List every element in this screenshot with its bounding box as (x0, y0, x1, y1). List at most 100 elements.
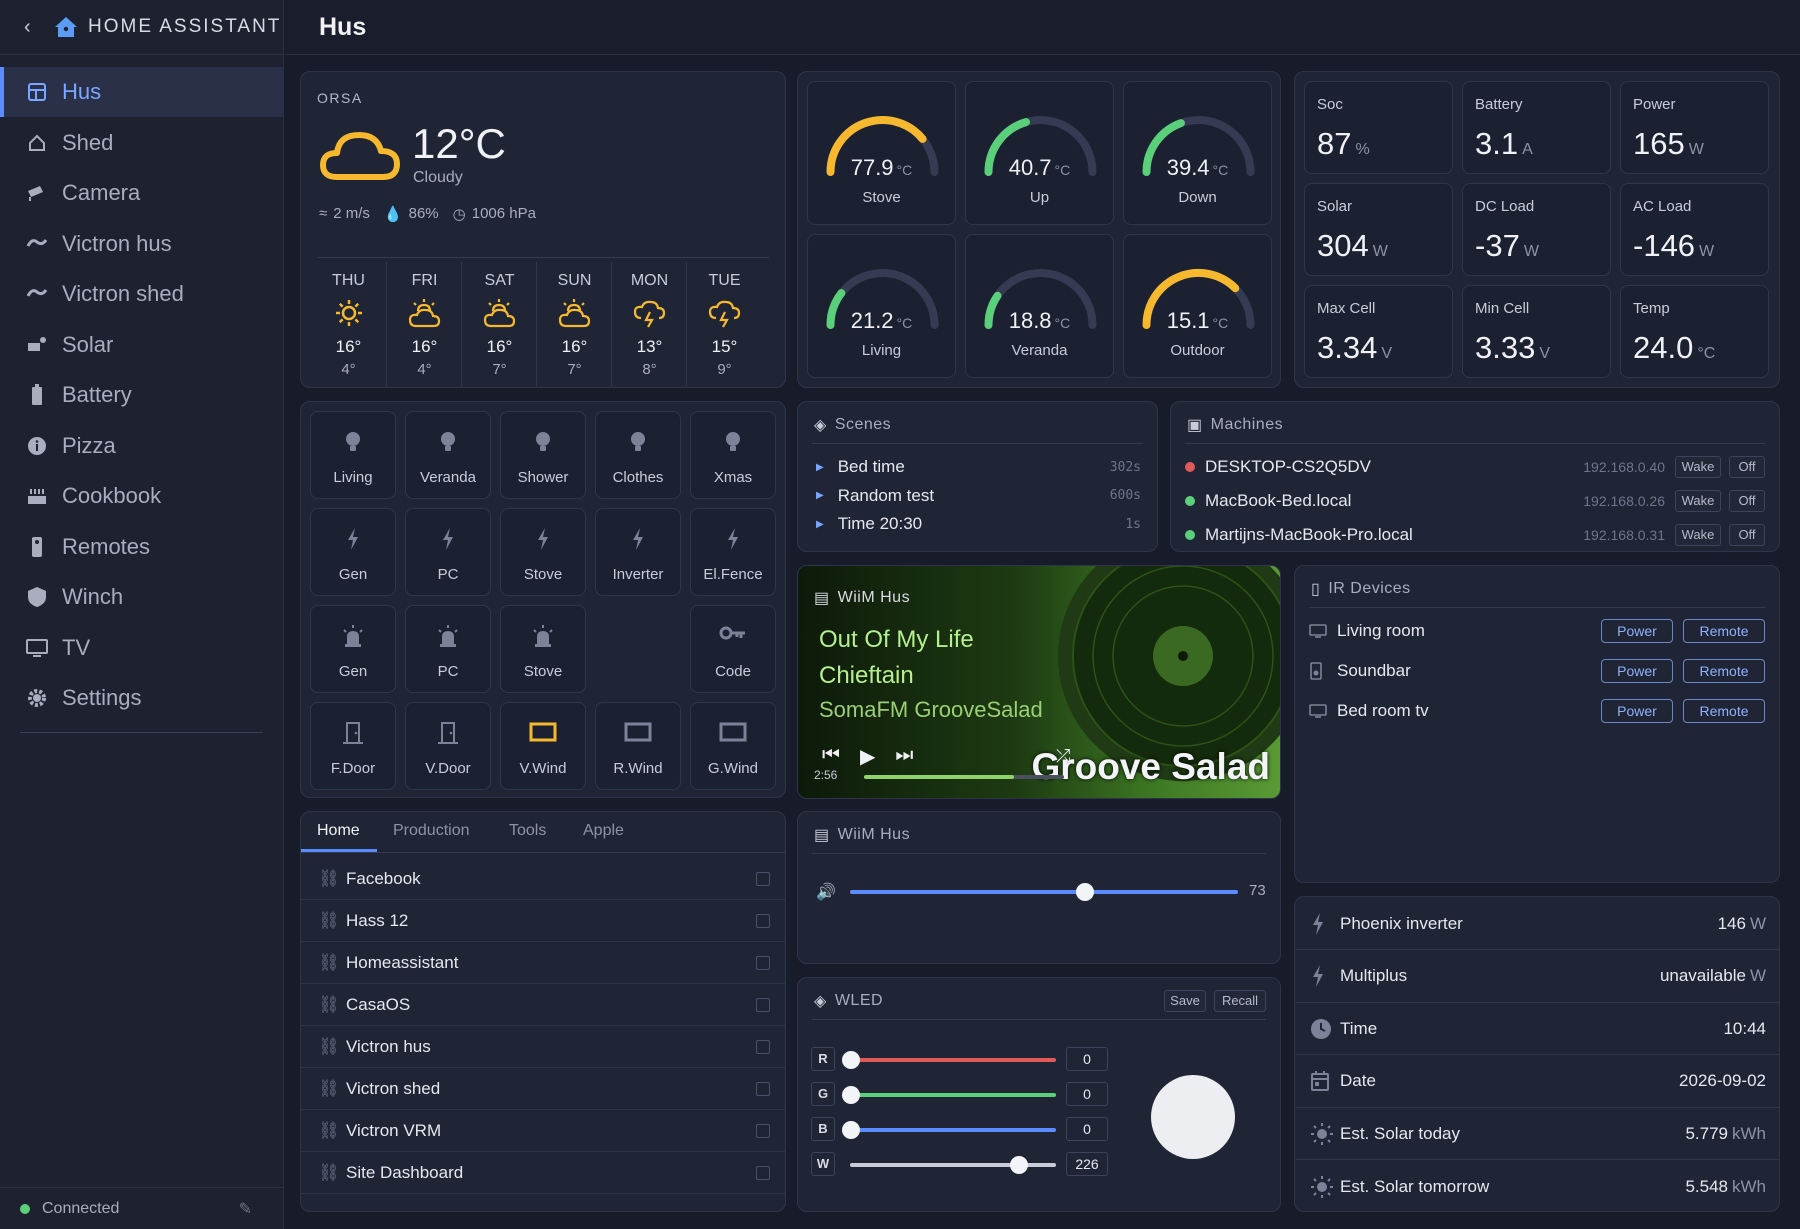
volume-icon[interactable]: 🔊 (816, 882, 836, 902)
gauge-outdoor[interactable]: 15.1 °C Outdoor (1123, 234, 1272, 378)
tile-g-wind[interactable]: G.Wind (690, 702, 776, 790)
tab-tools[interactable]: Tools (509, 822, 546, 840)
tile-gen[interactable]: Gen (310, 508, 396, 596)
gauge-living[interactable]: 21.2 °C Living (807, 234, 956, 378)
machine-wake-button[interactable]: Wake (1675, 456, 1721, 478)
wled-channel-value[interactable]: 0 (1066, 1117, 1108, 1141)
sidebar-item-pizza[interactable]: Pizza (0, 421, 284, 471)
tile-v-door[interactable]: V.Door (405, 702, 491, 790)
machine-off-button[interactable]: Off (1729, 456, 1765, 478)
tile-pc[interactable]: PC (405, 508, 491, 596)
ir-power-button[interactable]: Power (1601, 699, 1673, 723)
wled-channel-knob[interactable] (842, 1121, 860, 1139)
wled-channel-knob[interactable] (842, 1051, 860, 1069)
gauge-veranda[interactable]: 18.8 °C Veranda (965, 234, 1114, 378)
tile-el-fence[interactable]: El.Fence (690, 508, 776, 596)
scene-item[interactable]: ▶ Time 20:30 1s (816, 511, 1141, 537)
ir-power-button[interactable]: Power (1601, 619, 1673, 643)
gauge-down[interactable]: 39.4 °C Down (1123, 81, 1272, 225)
edit-pencil-icon[interactable]: ✎ (239, 1199, 252, 1219)
sidebar-item-tv[interactable]: TV (0, 623, 284, 673)
sidebar-item-camera[interactable]: Camera (0, 168, 284, 218)
entity-row[interactable]: Est. Solar tomorrow 5.548 kWh (1296, 1161, 1780, 1213)
wled-channel-slider[interactable] (850, 1093, 1056, 1097)
entity-row[interactable]: Time 10:44 (1296, 1003, 1780, 1055)
wled-recall-button[interactable]: Recall (1214, 990, 1266, 1012)
stat-temp[interactable]: Temp 24.0 °C (1620, 285, 1769, 378)
wled-channel-slider[interactable] (850, 1058, 1056, 1062)
wled-save-button[interactable]: Save (1164, 990, 1206, 1012)
scene-item[interactable]: ▶ Bed time 302s (816, 454, 1141, 480)
gauge-up[interactable]: 40.7 °C Up (965, 81, 1114, 225)
stat-min-cell[interactable]: Min Cell 3.33 V (1462, 285, 1611, 378)
tile-veranda[interactable]: Veranda (405, 411, 491, 499)
tab-home[interactable]: Home (317, 822, 360, 840)
tile-f-door[interactable]: F.Door (310, 702, 396, 790)
stat-ac-load[interactable]: AC Load -146 W (1620, 183, 1769, 276)
wled-channel-value[interactable]: 0 (1066, 1082, 1108, 1106)
volume-slider-track[interactable] (850, 890, 1238, 894)
next-track-icon[interactable]: ⏭ (895, 744, 913, 769)
tile-r-wind[interactable]: R.Wind (595, 702, 681, 790)
stat-power[interactable]: Power 165 W (1620, 81, 1769, 174)
wled-channel-slider[interactable] (850, 1128, 1056, 1132)
stat-max-cell[interactable]: Max Cell 3.34 V (1304, 285, 1453, 378)
tab-apple[interactable]: Apple (583, 822, 624, 840)
entity-row[interactable]: Multiplus unavailable W (1296, 951, 1780, 1003)
stat-dc-load[interactable]: DC Load -37 W (1462, 183, 1611, 276)
tile-gen[interactable]: Gen (310, 605, 396, 693)
tile-v-wind[interactable]: V.Wind (500, 702, 586, 790)
ir-remote-button[interactable]: Remote (1683, 659, 1765, 683)
previous-track-icon[interactable]: ⏮ (822, 744, 840, 769)
link-item[interactable]: ⛓ Victron shed (300, 1069, 786, 1110)
machine-wake-button[interactable]: Wake (1675, 524, 1721, 546)
machine-off-button[interactable]: Off (1729, 490, 1765, 512)
tile-code[interactable]: Code (690, 605, 776, 693)
tile-inverter[interactable]: Inverter (595, 508, 681, 596)
link-item[interactable]: ⛓ CasaOS (300, 985, 786, 1026)
color-picker-wheel[interactable] (1151, 1075, 1235, 1159)
play-icon[interactable]: ▶ (860, 744, 875, 769)
sidebar-item-victron-hus[interactable]: Victron hus (0, 219, 284, 269)
volume-slider-knob[interactable] (1076, 883, 1095, 901)
sidebar-item-winch[interactable]: Winch (0, 572, 284, 622)
tab-production[interactable]: Production (393, 822, 470, 840)
sidebar-item-victron-shed[interactable]: Victron shed (0, 269, 284, 319)
media-player-card[interactable]: Groove Salad ▤ WiiM Hus Out Of My Life C… (797, 565, 1281, 799)
sidebar-item-shed[interactable]: Shed (0, 118, 284, 168)
shuffle-icon[interactable]: ⤮ (1056, 746, 1070, 767)
wled-channel-knob[interactable] (842, 1086, 860, 1104)
ir-remote-button[interactable]: Remote (1683, 619, 1765, 643)
link-item[interactable]: ⛓ Victron hus (300, 1027, 786, 1068)
sidebar-item-hus[interactable]: Hus (0, 67, 284, 117)
tile-stove[interactable]: Stove (500, 508, 586, 596)
tile-shower[interactable]: Shower (500, 411, 586, 499)
tile-clothes[interactable]: Clothes (595, 411, 681, 499)
tile-stove[interactable]: Stove (500, 605, 586, 693)
sidebar-item-remotes[interactable]: Remotes (0, 522, 284, 572)
entity-row[interactable]: Phoenix inverter 146 W (1296, 898, 1780, 950)
tile-xmas[interactable]: Xmas (690, 411, 776, 499)
tile-living[interactable]: Living (310, 411, 396, 499)
ir-remote-button[interactable]: Remote (1683, 699, 1765, 723)
link-item[interactable]: ⛓ Facebook (300, 859, 786, 900)
weather-card[interactable]: ORSA 12°C Cloudy ≈2 m/s 💧 86% ◷ 1006 hPa T… (300, 71, 786, 388)
link-item[interactable]: ⛓ Homeassistant (300, 943, 786, 984)
link-item[interactable]: ⛓ Site Dashboard (300, 1153, 786, 1194)
sidebar-item-cookbook[interactable]: Cookbook (0, 471, 284, 521)
back-arrow-icon[interactable]: ‹ (24, 16, 54, 39)
sidebar-item-solar[interactable]: Solar (0, 320, 284, 370)
entity-row[interactable]: Date 2026-09-02 (1296, 1056, 1780, 1108)
sidebar-item-settings[interactable]: Settings (0, 673, 284, 723)
wled-channel-knob[interactable] (1010, 1156, 1029, 1174)
link-item[interactable]: ⛓ Hass 12 (300, 901, 786, 942)
ir-power-button[interactable]: Power (1601, 659, 1673, 683)
wled-channel-value[interactable]: 226 (1066, 1152, 1108, 1176)
tile-pc[interactable]: PC (405, 605, 491, 693)
machine-off-button[interactable]: Off (1729, 524, 1765, 546)
entity-row[interactable]: Est. Solar today 5.779 kWh (1296, 1108, 1780, 1160)
stat-solar[interactable]: Solar 304 W (1304, 183, 1453, 276)
scene-item[interactable]: ▶ Random test 600s (816, 483, 1141, 509)
gauge-stove[interactable]: 77.9 °C Stove (807, 81, 956, 225)
wled-channel-value[interactable]: 0 (1066, 1047, 1108, 1071)
